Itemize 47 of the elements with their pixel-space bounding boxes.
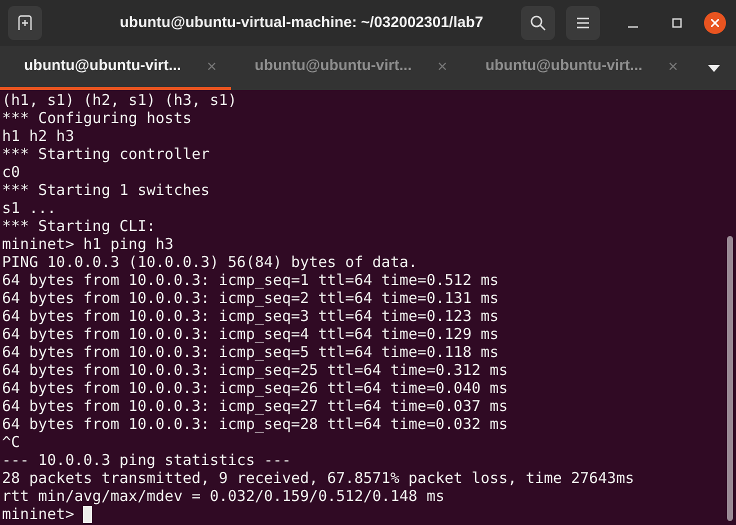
terminal-tab[interactable]: ubuntu@ubuntu-virt... × xyxy=(230,46,462,90)
terminal-line: mininet> h1 ping h3 xyxy=(2,235,174,253)
terminal-line: 64 bytes from 10.0.0.3: icmp_seq=4 ttl=64 time=0.129 ms xyxy=(2,325,499,343)
tab-close-button[interactable]: × xyxy=(668,54,678,80)
tab-label: ubuntu@ubuntu-virt... xyxy=(24,56,182,76)
terminal-line: *** Starting CLI: xyxy=(2,217,156,235)
terminal-line: 64 bytes from 10.0.0.3: icmp_seq=25 ttl=64 time=0.312 ms xyxy=(2,361,508,379)
terminal-line: s1 ... xyxy=(2,199,56,217)
close-button[interactable] xyxy=(704,12,726,34)
terminal-line: 64 bytes from 10.0.0.3: icmp_seq=27 ttl=64 time=0.037 ms xyxy=(2,397,508,415)
terminal-line: 64 bytes from 10.0.0.3: icmp_seq=1 ttl=64 time=0.512 ms xyxy=(2,271,499,289)
terminal-line: 64 bytes from 10.0.0.3: icmp_seq=26 ttl=64 time=0.040 ms xyxy=(2,379,508,397)
menu-icon xyxy=(576,17,590,29)
terminal-line: *** Configuring hosts xyxy=(2,109,192,127)
close-icon xyxy=(711,19,719,27)
new-tab-button[interactable] xyxy=(8,6,42,40)
new-tab-icon xyxy=(17,15,33,31)
terminal-line: ^C xyxy=(2,433,20,451)
window-title: ubuntu@ubuntu-virtual-machine: ~/032002301/lab7 xyxy=(120,12,484,33)
terminal-line: --- 10.0.0.3 ping statistics --- xyxy=(2,451,291,469)
terminal-line: 64 bytes from 10.0.0.3: icmp_seq=5 ttl=64 time=0.118 ms xyxy=(2,343,499,361)
terminal-tab[interactable]: ubuntu@ubuntu-virt... × xyxy=(461,46,692,90)
terminal-line: 64 bytes from 10.0.0.3: icmp_seq=3 ttl=64 time=0.123 ms xyxy=(2,307,499,325)
caret-icon xyxy=(708,64,720,72)
terminal-tab[interactable]: ubuntu@ubuntu-virt... × xyxy=(0,46,231,90)
tab-label: ubuntu@ubuntu-virt... xyxy=(485,56,642,76)
terminal-line: rtt min/avg/max/mdev = 0.032/0.159/0.512/0.148 ms xyxy=(2,487,445,505)
tab-label: ubuntu@ubuntu-virt... xyxy=(254,56,412,76)
tab-close-button[interactable]: × xyxy=(437,54,448,80)
terminal-line: c0 xyxy=(2,163,20,181)
terminal-line: 64 bytes from 10.0.0.3: icmp_seq=2 ttl=64 time=0.131 ms xyxy=(2,289,499,307)
terminal-line: *** Starting controller xyxy=(2,145,210,163)
terminal-line: (h1, s1) (h2, s1) (h3, s1) xyxy=(2,91,237,109)
menu-button[interactable] xyxy=(566,6,600,40)
search-icon xyxy=(530,15,546,31)
terminal-line: PING 10.0.0.3 (10.0.0.3) 56(84) bytes of data. xyxy=(2,253,418,271)
terminal-line: 64 bytes from 10.0.0.3: icmp_seq=28 ttl=64 time=0.032 ms xyxy=(2,415,508,433)
minimize-icon xyxy=(628,26,638,28)
terminal-line: h1 h2 h3 xyxy=(2,127,74,145)
search-button[interactable] xyxy=(521,6,555,40)
scrollbar[interactable] xyxy=(727,236,733,521)
terminal-line: 28 packets transmitted, 9 received, 67.8571% packet loss, time 27643ms xyxy=(2,469,634,487)
cursor xyxy=(83,506,92,522)
terminal-prompt: mininet> xyxy=(2,505,76,523)
maximize-icon xyxy=(672,18,682,28)
terminal-line: *** Starting 1 switches xyxy=(2,181,210,199)
tab-close-button[interactable]: × xyxy=(206,54,217,80)
